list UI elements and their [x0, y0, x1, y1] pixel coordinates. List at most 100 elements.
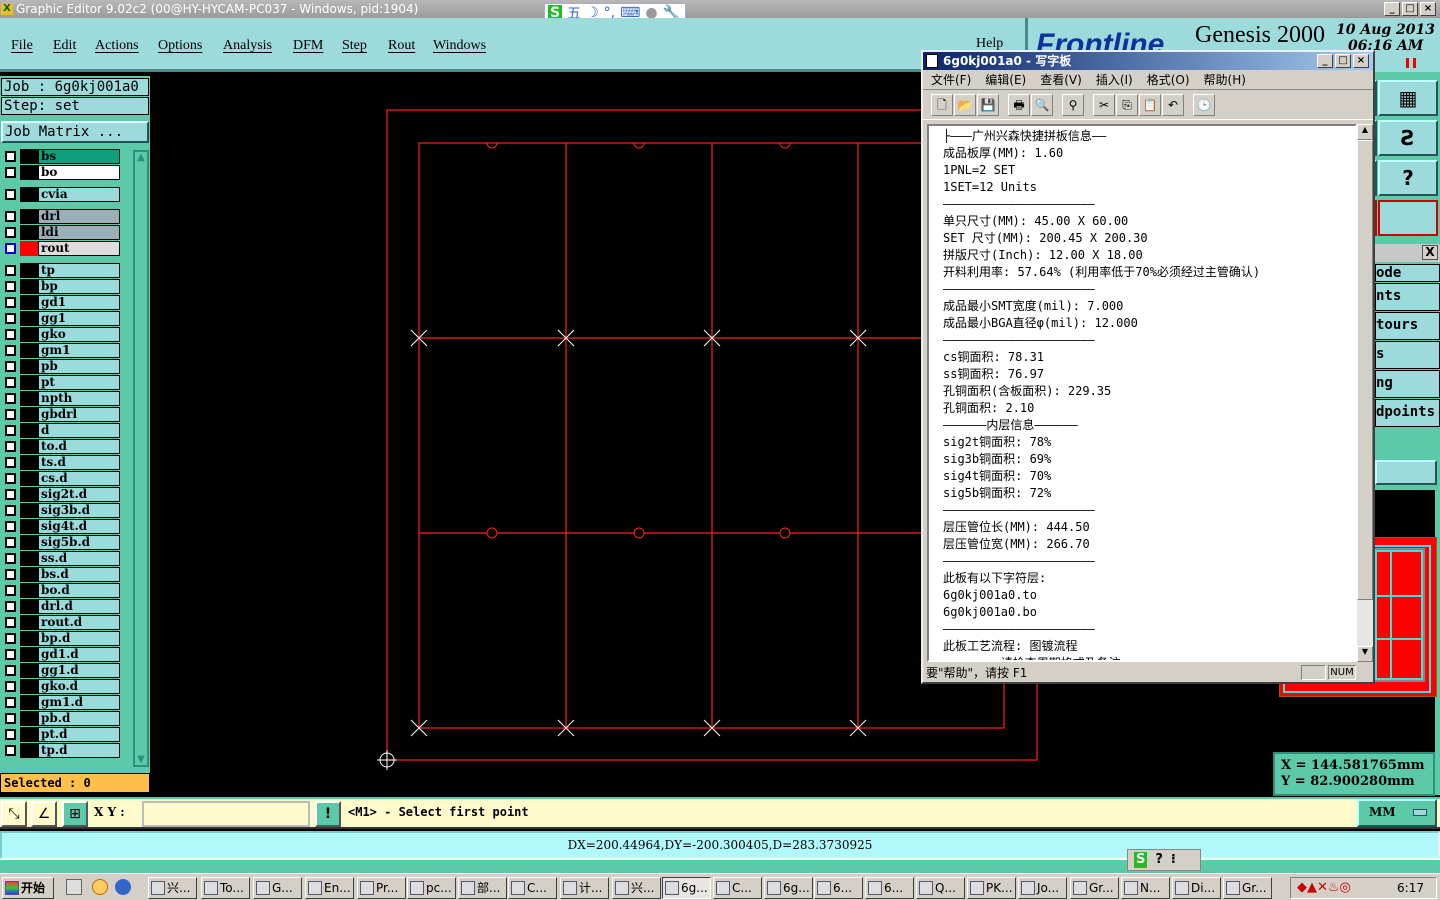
layer-name[interactable]: ts.d: [38, 455, 120, 470]
taskbar-item[interactable]: En...: [305, 877, 354, 899]
menu-dfm[interactable]: DFM: [293, 38, 323, 54]
menu-rout[interactable]: Rout: [388, 38, 415, 54]
date-time-icon[interactable]: 🕒: [1193, 94, 1215, 116]
layer-name[interactable]: pb: [38, 359, 120, 374]
taskbar-item[interactable]: 兴...: [148, 877, 197, 899]
layer-checkbox[interactable]: [5, 393, 16, 404]
scroll-down-arrow[interactable]: ▼: [1357, 646, 1373, 662]
panel-item[interactable]: tours: [1375, 312, 1440, 340]
layer-checkbox[interactable]: [5, 345, 16, 356]
layer-row-pb[interactable]: pb: [3, 359, 120, 374]
minimize-button[interactable]: _: [1384, 2, 1400, 16]
layer-checkbox[interactable]: [5, 617, 16, 628]
layer-checkbox[interactable]: [5, 473, 16, 484]
layer-checkbox[interactable]: [5, 441, 16, 452]
layer-name[interactable]: gm1.d: [38, 695, 120, 710]
layer-row-tp.d[interactable]: tp.d: [3, 743, 120, 758]
taskbar-item[interactable]: Jo...: [1018, 877, 1067, 899]
layer-checkbox[interactable]: [5, 297, 16, 308]
layer-checkbox[interactable]: [5, 745, 16, 756]
wordpad-menu-item[interactable]: 格式(O): [1147, 70, 1190, 89]
layer-name[interactable]: bo: [38, 165, 120, 180]
job-matrix-button[interactable]: Job Matrix ...: [1, 121, 149, 143]
taskbar-item[interactable]: Q...: [916, 877, 965, 899]
layer-name[interactable]: rout: [38, 241, 120, 256]
units-dropdown[interactable]: MM: [1357, 799, 1437, 827]
layer-checkbox[interactable]: [5, 457, 16, 468]
browser-icon[interactable]: [115, 879, 131, 895]
scroll-thumb[interactable]: [1357, 140, 1373, 600]
layer-name[interactable]: pb.d: [38, 711, 120, 726]
panel-button[interactable]: [1375, 460, 1437, 485]
layer-name[interactable]: bs.d: [38, 567, 120, 582]
alert-icon[interactable]: !: [315, 801, 341, 827]
layer-row-ldi[interactable]: ldi: [3, 225, 120, 240]
layer-name[interactable]: pt: [38, 375, 120, 390]
pad-trace-icon[interactable]: [1378, 200, 1438, 236]
undo-icon[interactable]: ↶: [1162, 94, 1184, 116]
layer-name[interactable]: gg1.d: [38, 663, 120, 678]
save-icon[interactable]: 💾: [977, 94, 999, 116]
layer-name[interactable]: gd1.d: [38, 647, 120, 662]
layer-name[interactable]: drl: [38, 209, 120, 224]
layer-row-bo[interactable]: bo: [3, 165, 120, 180]
layer-row-rout[interactable]: rout: [3, 241, 120, 256]
layer-checkbox[interactable]: [5, 361, 16, 372]
layer-checkbox[interactable]: [5, 713, 16, 724]
layer-checkbox[interactable]: [5, 537, 16, 548]
layer-row-bs.d[interactable]: bs.d: [3, 567, 120, 582]
layer-name[interactable]: gm1: [38, 343, 120, 358]
layer-name[interactable]: drl.d: [38, 599, 120, 614]
layer-row-ts.d[interactable]: ts.d: [3, 455, 120, 470]
layer-name[interactable]: to.d: [38, 439, 120, 454]
layer-name[interactable]: cvia: [38, 187, 120, 202]
panel-item[interactable]: ng: [1375, 370, 1440, 398]
taskbar-item[interactable]: Pr...: [357, 877, 406, 899]
layer-name[interactable]: ldi: [38, 225, 120, 240]
layer-checkbox[interactable]: [5, 505, 16, 516]
print-preview-icon[interactable]: 🔍: [1031, 94, 1053, 116]
wordpad-maximize-button[interactable]: □: [1335, 54, 1351, 68]
options-icon[interactable]: ⁝: [1171, 852, 1176, 868]
layer-name[interactable]: ss.d: [38, 551, 120, 566]
xy-input[interactable]: [142, 801, 310, 827]
taskbar-item[interactable]: Di...: [1172, 877, 1221, 899]
layer-name[interactable]: gko: [38, 327, 120, 342]
layer-checkbox[interactable]: [5, 227, 16, 238]
menu-edit[interactable]: Edit: [53, 38, 76, 54]
taskbar-item[interactable]: C...: [508, 877, 557, 899]
layer-name[interactable]: bp: [38, 279, 120, 294]
layer-checkbox[interactable]: [5, 489, 16, 500]
layer-row-rout.d[interactable]: rout.d: [3, 615, 120, 630]
layer-name[interactable]: sig5b.d: [38, 535, 120, 550]
wordpad-close-button[interactable]: ×: [1353, 54, 1369, 68]
layer-name[interactable]: sig2t.d: [38, 487, 120, 502]
layer-checkbox[interactable]: [5, 569, 16, 580]
layer-name[interactable]: gko.d: [38, 679, 120, 694]
layer-row-pb.d[interactable]: pb.d: [3, 711, 120, 726]
layer-row-pt[interactable]: pt: [3, 375, 120, 390]
taskbar-item[interactable]: 部...: [458, 877, 507, 899]
layer-checkbox[interactable]: [5, 633, 16, 644]
layer-name[interactable]: pt.d: [38, 727, 120, 742]
taskbar-item[interactable]: To...: [201, 877, 250, 899]
layer-row-gg1.d[interactable]: gg1.d: [3, 663, 120, 678]
open-icon[interactable]: 📂: [954, 94, 976, 116]
layer-name[interactable]: bo.d: [38, 583, 120, 598]
layer-name[interactable]: gg1: [38, 311, 120, 326]
scroll-up-arrow[interactable]: ▲: [135, 152, 147, 163]
layer-checkbox[interactable]: [5, 265, 16, 276]
pause-icon[interactable]: [1406, 58, 1416, 68]
layer-row-gd1.d[interactable]: gd1.d: [3, 647, 120, 662]
sogou-icon[interactable]: S: [1134, 852, 1148, 868]
wordpad-document[interactable]: ├———广州兴森快捷拼板信息—— 成品板厚(MM): 1.60 1PNL=2 SET…: [927, 124, 1357, 662]
layer-row-gbdrl[interactable]: gbdrl: [3, 407, 120, 422]
scroll-down-arrow[interactable]: ▼: [135, 754, 147, 765]
menu-windows[interactable]: Windows: [433, 38, 486, 54]
taskbar-item[interactable]: 6g...: [764, 877, 813, 899]
clock-app-icon[interactable]: [92, 879, 108, 895]
menu-step[interactable]: Step: [342, 38, 367, 54]
panel-close-button[interactable]: X: [1422, 245, 1438, 260]
layer-checkbox[interactable]: [5, 409, 16, 420]
help-icon[interactable]: ?: [1378, 160, 1438, 196]
